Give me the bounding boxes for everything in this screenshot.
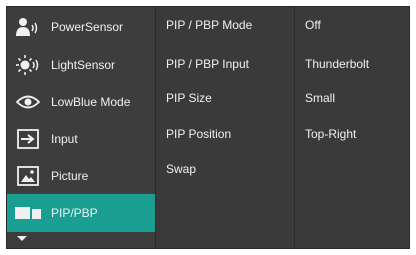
value-pip-pbp-mode: Off [305,18,321,32]
menu-item-lowblue-mode[interactable]: LowBlue Mode [7,83,155,120]
main-menu-column: PowerSensor LightSensor LowBlue Mode Inp… [7,7,155,248]
menu-item-input[interactable]: Input [7,120,155,157]
submenu-item-pip-pbp-input[interactable]: PIP / PBP Input [166,57,249,71]
value-pip-size: Small [305,91,336,105]
menu-item-label: PowerSensor [51,19,124,34]
pip-pbp-icon [15,202,41,224]
menu-item-label: LightSensor [51,57,116,72]
input-icon [15,128,41,150]
chevron-down-icon[interactable] [17,236,27,241]
submenu-item-pip-size[interactable]: PIP Size [166,91,212,105]
menu-item-label: Picture [51,168,89,183]
menu-item-powersensor[interactable]: PowerSensor [7,8,155,45]
values-column: Off Thunderbolt Small Top-Right [295,7,409,248]
submenu-item-pip-position[interactable]: PIP Position [166,127,231,141]
light-sensor-icon [15,54,41,76]
eye-icon [15,91,41,113]
value-pip-pbp-input: Thunderbolt [305,57,370,71]
menu-item-label: PIP/PBP [51,206,98,220]
picture-icon [15,165,41,187]
menu-item-pip-pbp[interactable]: PIP/PBP [7,194,155,232]
value-pip-position: Top-Right [305,127,357,141]
menu-item-label: Input [51,131,78,146]
submenu-column: PIP / PBP Mode PIP / PBP Input PIP Size … [155,7,295,248]
menu-item-picture[interactable]: Picture [7,157,155,194]
menu-item-label: LowBlue Mode [51,94,131,109]
submenu-item-swap[interactable]: Swap [166,162,196,176]
submenu-item-pip-pbp-mode[interactable]: PIP / PBP Mode [166,18,252,32]
osd-menu: PowerSensor LightSensor LowBlue Mode Inp… [6,6,410,249]
power-sensor-icon [15,16,41,38]
menu-item-lightsensor[interactable]: LightSensor [7,46,155,83]
